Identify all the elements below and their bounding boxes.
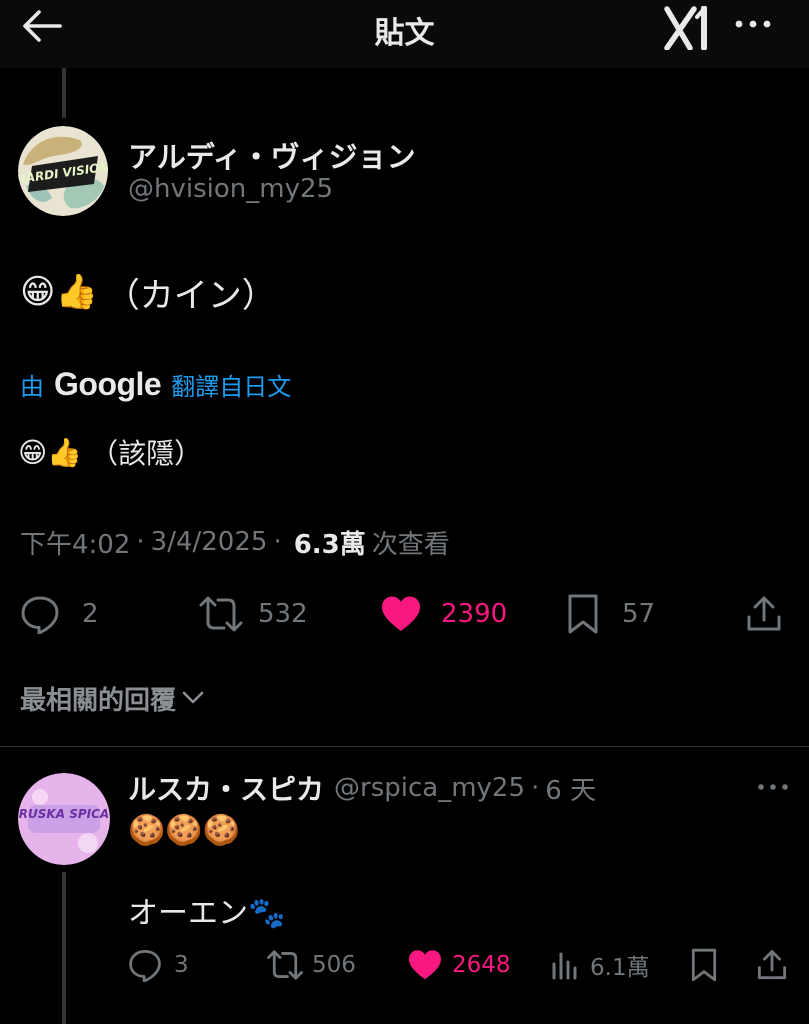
- post-text-body: （カイン）: [105, 275, 276, 316]
- reply-repost-action[interactable]: 506: [266, 946, 356, 984]
- divider: [0, 746, 809, 747]
- reply-author-handle[interactable]: @rspica_my25: [334, 773, 525, 803]
- translated-text: 😁👍 （該隱）: [18, 430, 202, 474]
- heart-filled-icon: [382, 596, 420, 631]
- views-label: 次查看: [371, 529, 450, 560]
- post-date: 3/4/2025: [150, 527, 268, 557]
- translation-source-language: 翻譯自日文: [171, 372, 292, 401]
- reply-sort-label: 最相關的回覆: [20, 685, 177, 716]
- reply-header: ルスカ・スピカ @rspica_my25 · 6 天: [128, 770, 596, 806]
- reply-repost-count: 506: [312, 952, 356, 978]
- translation-prefix: 由: [20, 372, 44, 401]
- reply-text-line1: 🍪🍪🍪: [128, 812, 241, 848]
- share-icon: [747, 596, 781, 631]
- translated-text-body: （該隱）: [90, 437, 203, 470]
- reply-icon: [129, 950, 161, 982]
- like-action[interactable]: 2390: [381, 592, 507, 636]
- reply-count: 2: [82, 599, 99, 629]
- reply-more-icon[interactable]: [756, 780, 790, 794]
- meta-separator: ·: [136, 527, 145, 557]
- reply-like-count: 2648: [452, 952, 511, 978]
- reply-author-avatar[interactable]: RUSKA SPICA: [18, 773, 110, 865]
- post-meta: 下午4:02 · 3/4/2025 · 6.3萬 次查看: [20, 524, 450, 560]
- reply-time[interactable]: 6 天: [545, 770, 596, 807]
- reply-sort-selector[interactable]: 最相關的回覆: [20, 680, 204, 716]
- author-avatar[interactable]: HARDI VISION: [18, 126, 108, 216]
- author-handle[interactable]: @hvision_my25: [128, 174, 333, 204]
- translated-emoji: 😁👍: [18, 435, 83, 469]
- reply-like-action[interactable]: 2648: [408, 946, 511, 984]
- reply-views-action[interactable]: 6.1萬: [550, 946, 650, 984]
- reply-action[interactable]: 2: [20, 592, 99, 636]
- top-bar: 貼文: [0, 0, 809, 68]
- share-action[interactable]: [745, 594, 783, 634]
- reply-author-display-name[interactable]: ルスカ・スピカ: [128, 768, 324, 808]
- bookmark-icon: [568, 594, 598, 634]
- reply-reply-action[interactable]: 3: [128, 946, 189, 984]
- bookmark-action[interactable]: 57: [566, 592, 655, 636]
- bookmark-count: 57: [622, 599, 656, 629]
- repost-action[interactable]: 532: [198, 592, 308, 636]
- analytics-icon: [552, 952, 577, 980]
- reply-reply-count: 3: [174, 952, 189, 978]
- reply-bookmark-action[interactable]: [690, 946, 718, 984]
- reply-text-line2: オーエン🐾: [128, 896, 286, 931]
- heart-filled-icon: [409, 950, 441, 980]
- more-options-icon[interactable]: [733, 16, 773, 32]
- thread-connector: [62, 872, 66, 1024]
- meta-separator: ·: [273, 527, 282, 557]
- like-count: 2390: [441, 599, 508, 629]
- post-time: 下午4:02: [20, 529, 131, 560]
- avatar-image: HARDI VISION: [18, 126, 108, 216]
- share-icon: [757, 950, 787, 980]
- repost-icon: [267, 950, 303, 980]
- bookmark-icon: [691, 948, 717, 982]
- author-display-name[interactable]: アルディ・ヴィジョン: [128, 134, 416, 176]
- meta-separator: ·: [531, 773, 540, 803]
- reply-views-count: 6.1萬: [590, 955, 650, 981]
- post-emoji: 😁👍: [20, 272, 98, 312]
- thread-connector: [62, 68, 66, 118]
- reply-icon: [21, 596, 59, 634]
- repost-icon: [199, 596, 243, 632]
- translation-attribution[interactable]: 由 Google 翻譯自日文: [20, 366, 291, 402]
- google-logo: Google: [54, 365, 162, 402]
- avatar-label: RUSKA SPICA: [19, 807, 109, 821]
- post-text: 😁👍 （カイン）: [20, 270, 276, 316]
- chevron-down-icon: [182, 691, 204, 704]
- reply-share-action[interactable]: [756, 946, 788, 984]
- grok-logo-icon[interactable]: [664, 6, 712, 50]
- repost-count: 532: [258, 599, 308, 629]
- views-count[interactable]: 6.3萬: [294, 524, 366, 561]
- avatar-image: RUSKA SPICA: [18, 773, 110, 865]
